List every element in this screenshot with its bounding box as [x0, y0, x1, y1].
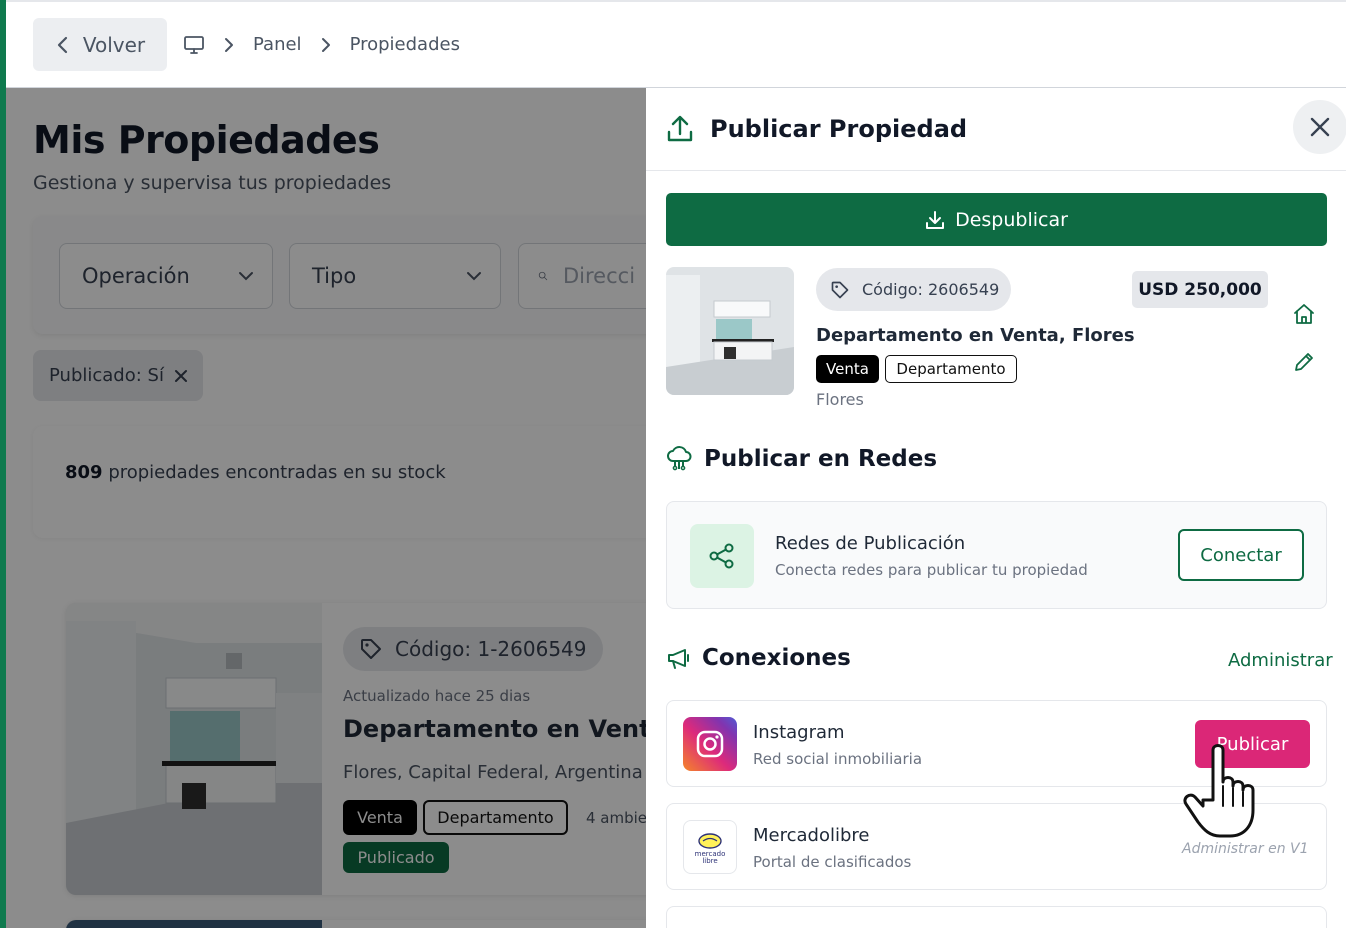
property-price: USD 250,000: [1132, 271, 1268, 308]
connection-name: Mercadolibre: [753, 825, 870, 846]
manage-connections-link[interactable]: Administrar: [1228, 650, 1333, 671]
manage-in-v1-link[interactable]: Administrar en V1: [1182, 841, 1309, 857]
share-icon: [690, 524, 754, 588]
chevron-right-icon: [225, 37, 233, 52]
property-title: Departamento en Venta, Flores: [816, 325, 1135, 346]
hand-pointer-cursor: [1183, 744, 1255, 838]
publishing-networks-box: Redes de Publicación Conecta redes para …: [666, 501, 1327, 609]
tag-operation: Venta: [816, 355, 879, 383]
panel-header: Publicar Propiedad: [646, 88, 1346, 171]
breadcrumb-propiedades[interactable]: Propiedades: [350, 34, 460, 55]
connections-section-title: Conexiones: [666, 645, 851, 671]
tag-icon: [831, 281, 849, 298]
chevron-left-icon: [57, 36, 67, 53]
connection-description: Red social inmobiliaria: [753, 750, 923, 768]
property-location: Flores: [816, 390, 864, 409]
property-code-chip: Código: 2606549: [816, 268, 1011, 311]
back-button[interactable]: Volver: [33, 18, 167, 71]
connect-button[interactable]: Conectar: [1178, 529, 1304, 581]
unpublish-button[interactable]: Despublicar: [666, 193, 1327, 246]
home-icon[interactable]: [1292, 302, 1316, 326]
back-button-label: Volver: [82, 32, 146, 57]
pencil-icon[interactable]: [1292, 350, 1316, 374]
connection-item: [666, 906, 1327, 928]
cloud-network-icon: [667, 446, 692, 471]
networks-box-title: Redes de Publicación: [775, 533, 966, 554]
close-icon: [1310, 117, 1330, 137]
chevron-right-icon: [321, 37, 330, 52]
monitor-icon[interactable]: [183, 35, 205, 55]
logo-text-libre: libre: [702, 857, 717, 865]
networks-section-label: Publicar en Redes: [704, 446, 938, 472]
connection-description: Portal de clasificados: [753, 853, 912, 871]
breadcrumb-panel[interactable]: Panel: [253, 34, 302, 55]
upload-icon: [667, 115, 693, 142]
left-accent-bar: [0, 0, 6, 928]
tag-property-type: Departamento: [885, 355, 1017, 383]
networks-box-subtitle: Conecta redes para publicar tu propiedad: [775, 561, 1088, 579]
property-thumbnail: [666, 267, 794, 395]
mercadolibre-logo: mercado libre: [683, 820, 737, 874]
instagram-icon: [683, 717, 737, 771]
property-code: Código: 2606549: [862, 280, 1000, 299]
download-icon: [926, 210, 945, 229]
close-panel-button[interactable]: [1293, 100, 1346, 154]
networks-section-title: Publicar en Redes: [666, 445, 937, 473]
connection-name: Instagram: [753, 722, 845, 743]
top-navigation-bar: Volver Panel Propiedades: [6, 0, 1346, 88]
unpublish-label: Despublicar: [955, 208, 1068, 231]
megaphone-icon: [668, 649, 689, 669]
panel-title: Publicar Propiedad: [710, 115, 968, 143]
breadcrumb: Panel Propiedades: [183, 34, 460, 55]
modal-backdrop[interactable]: [6, 88, 646, 928]
connections-section-label: Conexiones: [702, 645, 851, 671]
